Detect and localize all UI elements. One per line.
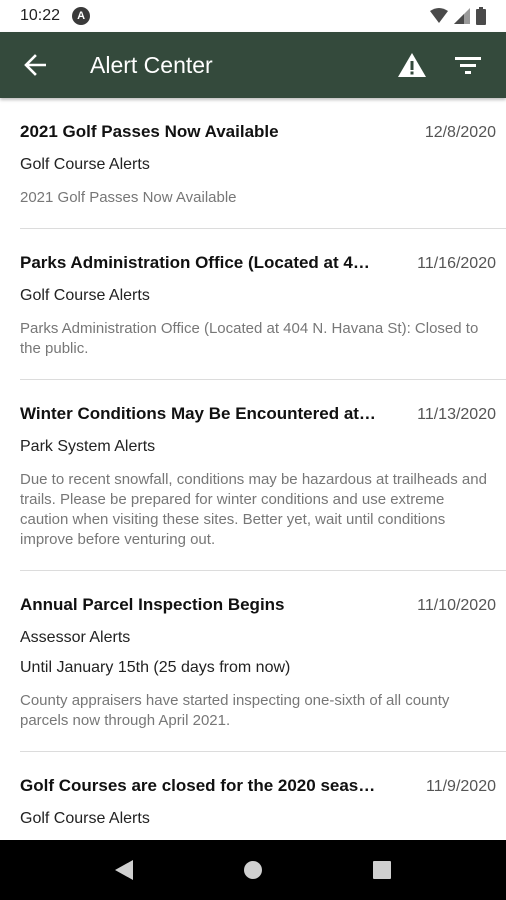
- filter-icon: [455, 57, 481, 74]
- alert-category: Golf Course Alerts: [20, 287, 150, 304]
- alert-category: Assessor Alerts: [20, 629, 131, 646]
- alert-date: 11/16/2020: [417, 255, 496, 272]
- alert-category: Golf Course Alerts: [20, 810, 150, 827]
- alert-item[interactable]: Winter Conditions May Be Encountered at……: [20, 380, 506, 571]
- alert-date: 12/8/2020: [424, 124, 496, 141]
- alert-date: 11/10/2020: [417, 597, 496, 614]
- battery-icon: [476, 7, 486, 25]
- alert-category: Park System Alerts: [20, 438, 156, 455]
- nav-back-button[interactable]: [94, 840, 154, 900]
- alert-category: Golf Course Alerts: [20, 156, 150, 173]
- alert-body: County appraisers have started inspectin…: [20, 692, 450, 729]
- alert-title: Annual Parcel Inspection Begins: [20, 595, 285, 614]
- home-circle-icon: [243, 861, 262, 879]
- alert-title: Golf Courses are closed for the 2020 sea…: [20, 776, 376, 795]
- alert-item[interactable]: Golf Courses are closed for the 2020 sea…: [20, 752, 506, 840]
- warning-icon: [398, 53, 426, 77]
- app-bar-actions: [384, 32, 506, 98]
- filter-button[interactable]: [440, 32, 496, 98]
- status-bar: 10:22 A: [0, 0, 506, 32]
- alert-body: Due to recent snowfall, conditions may b…: [20, 471, 487, 548]
- nav-home-button[interactable]: [223, 840, 283, 900]
- alert-date: 11/9/2020: [426, 778, 496, 795]
- app-bar: Alert Center: [0, 32, 506, 98]
- arrow-left-icon: [24, 54, 46, 76]
- nav-recents-button[interactable]: [352, 840, 412, 900]
- alert-duration: Until January 15th (25 days from now): [20, 659, 291, 676]
- alert-title: Parks Administration Office (Located at …: [20, 253, 370, 272]
- status-icons: [430, 7, 486, 25]
- alert-item[interactable]: Annual Parcel Inspection Begins 11/10/20…: [20, 571, 506, 752]
- page-title: Alert Center: [90, 51, 213, 78]
- back-button[interactable]: [0, 32, 70, 98]
- warning-button[interactable]: [384, 32, 440, 98]
- recents-square-icon: [372, 861, 391, 879]
- signal-icon: [454, 8, 470, 24]
- alert-item[interactable]: Parks Administration Office (Located at …: [20, 229, 506, 380]
- alert-body: Parks Administration Office (Located at …: [20, 320, 479, 357]
- status-time: 10:22: [20, 7, 61, 24]
- system-nav-bar: [0, 840, 506, 900]
- alert-title: Winter Conditions May Be Encountered at…: [20, 404, 376, 423]
- alert-title: 2021 Golf Passes Now Available: [20, 122, 279, 141]
- alert-date: 11/13/2020: [417, 406, 496, 423]
- alert-list[interactable]: 2021 Golf Passes Now Available 12/8/2020…: [0, 98, 506, 840]
- wifi-icon: [430, 8, 448, 23]
- back-triangle-icon: [115, 860, 134, 880]
- alert-body: 2021 Golf Passes Now Available: [20, 189, 237, 206]
- alert-item[interactable]: 2021 Golf Passes Now Available 12/8/2020…: [20, 98, 506, 229]
- app-notification-icon: A: [72, 7, 91, 25]
